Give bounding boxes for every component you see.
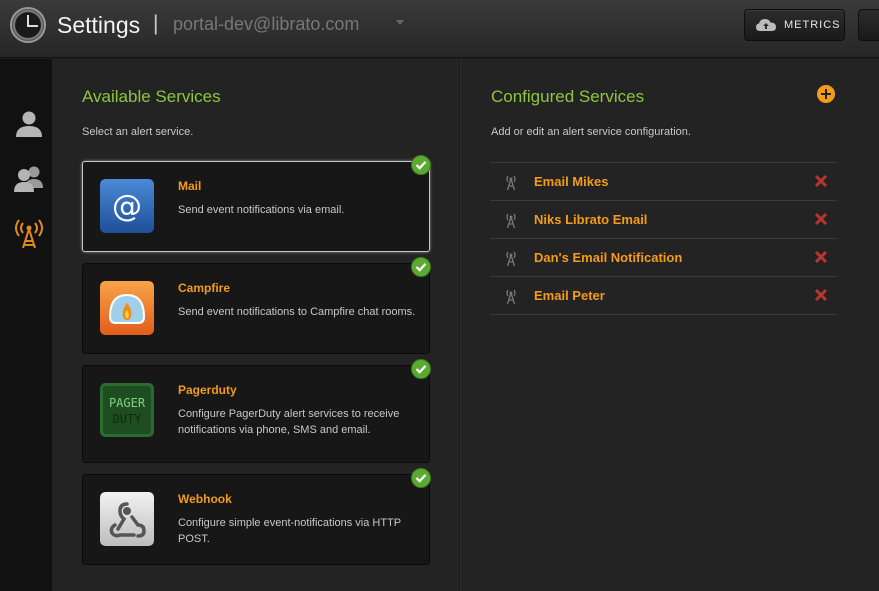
configured-services-list: Email Mikes Niks Librato Email Dan's Ema…	[490, 162, 837, 315]
librato-clock-logo-icon[interactable]	[10, 7, 46, 43]
service-description: Configure simple event-notifications via…	[178, 517, 401, 545]
metrics-label: METRICS	[784, 19, 841, 31]
configured-service-name[interactable]: Niks Librato Email	[534, 212, 647, 227]
service-name: Mail	[178, 179, 202, 193]
settings-sidebar	[0, 59, 52, 591]
title-separator: |	[153, 12, 159, 35]
service-card-mail[interactable]: @ Mail Send event notifications via emai…	[82, 161, 430, 252]
configured-service-row[interactable]: Niks Librato Email	[490, 201, 837, 239]
configured-service-row[interactable]: Dan's Email Notification	[490, 239, 837, 277]
webhook-icon	[100, 492, 154, 546]
top-bar: Settings | portal-dev@librato.com METRIC…	[0, 0, 879, 58]
cloud-upload-icon	[756, 19, 776, 31]
svg-text:@: @	[112, 189, 142, 224]
configured-services-subtitle: Add or edit an alert service configurati…	[491, 126, 691, 138]
configured-service-name[interactable]: Dan's Email Notification	[534, 250, 682, 265]
svg-text:DUTY: DUTY	[113, 412, 143, 426]
service-card-campfire[interactable]: Campfire Send event notifications to Cam…	[82, 263, 430, 354]
available-services-subtitle: Select an alert service.	[82, 126, 194, 138]
service-name: Campfire	[178, 281, 231, 295]
service-name: Pagerduty	[178, 383, 237, 397]
service-name: Webhook	[178, 492, 232, 506]
antenna-icon	[506, 251, 516, 267]
check-icon	[411, 468, 431, 488]
panel-divider	[459, 59, 461, 591]
service-card-webhook[interactable]: Webhook Configure simple event-notificat…	[82, 474, 430, 565]
svg-text:PAGER: PAGER	[109, 396, 146, 410]
antenna-icon	[506, 213, 516, 229]
antenna-icon	[506, 289, 516, 305]
antenna-icon	[506, 175, 516, 191]
configured-services-title: Configured Services	[491, 87, 645, 106]
check-icon	[411, 359, 431, 379]
users-icon[interactable]	[12, 164, 46, 194]
configured-service-name[interactable]: Email Peter	[534, 288, 605, 303]
check-icon	[411, 155, 431, 175]
antenna-icon[interactable]	[12, 219, 46, 249]
page-title: Settings	[57, 12, 141, 38]
delete-x-icon[interactable]	[814, 288, 828, 302]
service-card-pagerduty[interactable]: PAGER DUTY Pagerduty Configure PagerDuty…	[82, 365, 430, 463]
service-description: Send event notifications via email.	[178, 204, 345, 216]
service-description: Send event notifications to Campfire cha…	[178, 306, 416, 318]
service-description: Configure PagerDuty alert services to re…	[178, 408, 400, 436]
delete-x-icon[interactable]	[814, 212, 828, 226]
delete-x-icon[interactable]	[814, 174, 828, 188]
mail-at-icon: @	[100, 179, 154, 233]
configured-service-row[interactable]: Email Peter	[490, 277, 837, 315]
user-icon[interactable]	[12, 109, 46, 139]
available-services-title: Available Services	[82, 87, 221, 106]
account-selector[interactable]: portal-dev@librato.com	[173, 14, 359, 35]
configured-service-row[interactable]: Email Mikes	[490, 163, 837, 201]
pagerduty-icon: PAGER DUTY	[100, 383, 154, 437]
check-icon	[411, 257, 431, 277]
header-next-button[interactable]	[858, 9, 879, 41]
delete-x-icon[interactable]	[814, 250, 828, 264]
add-service-plus-icon[interactable]	[817, 85, 835, 103]
chevron-down-icon[interactable]	[396, 20, 404, 25]
metrics-button[interactable]: METRICS	[744, 9, 845, 41]
campfire-icon	[100, 281, 154, 335]
configured-service-name[interactable]: Email Mikes	[534, 174, 608, 189]
